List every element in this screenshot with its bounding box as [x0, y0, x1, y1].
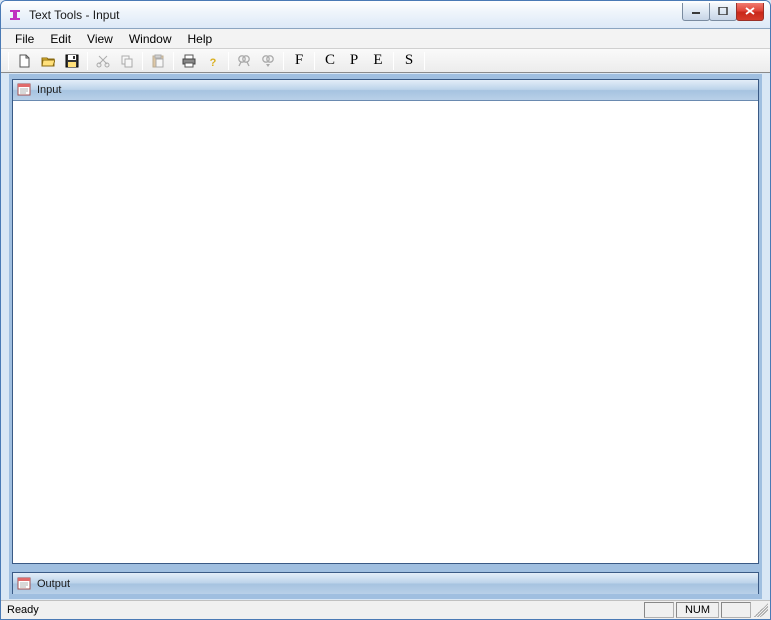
output-panel-title: Output	[37, 578, 70, 590]
input-panel: Input	[12, 79, 759, 564]
output-panel-header[interactable]: Output	[13, 573, 758, 594]
input-panel-header[interactable]: Input	[13, 80, 758, 101]
svg-text:?: ?	[210, 57, 217, 68]
toolbar-separator	[87, 52, 88, 70]
cut-icon[interactable]	[92, 51, 114, 71]
status-cell-caps	[644, 602, 674, 618]
status-cell-scrl	[721, 602, 751, 618]
menu-window[interactable]: Window	[121, 30, 180, 48]
window-controls	[683, 3, 764, 21]
app-icon	[7, 7, 23, 23]
status-text: Ready	[3, 604, 643, 616]
menu-view[interactable]: View	[79, 30, 121, 48]
document-icon	[17, 83, 33, 97]
minimize-button[interactable]	[682, 3, 710, 21]
copy-icon[interactable]	[116, 51, 138, 71]
toolbar-separator	[283, 52, 284, 70]
status-cell-num: NUM	[676, 602, 719, 618]
output-panel: Output	[12, 572, 759, 594]
menu-edit[interactable]: Edit	[42, 30, 79, 48]
toolbar-separator	[142, 52, 143, 70]
tool-f-button[interactable]: F	[288, 51, 310, 71]
new-file-icon[interactable]	[13, 51, 35, 71]
toolbar: ? F C P E S	[1, 49, 770, 73]
statusbar: Ready NUM	[1, 600, 770, 619]
tool-p-button[interactable]: P	[343, 51, 365, 71]
toolbar-separator	[228, 52, 229, 70]
close-button[interactable]	[736, 3, 764, 21]
open-file-icon[interactable]	[37, 51, 59, 71]
toolbar-separator	[424, 52, 425, 70]
input-panel-title: Input	[37, 84, 61, 96]
tool-e-button[interactable]: E	[367, 51, 389, 71]
help-icon[interactable]: ?	[202, 51, 224, 71]
titlebar: Text Tools - Input	[1, 1, 770, 29]
resize-grip-icon[interactable]	[754, 603, 768, 617]
document-icon	[17, 577, 33, 591]
menu-file[interactable]: File	[7, 30, 42, 48]
tool-s-button[interactable]: S	[398, 51, 420, 71]
input-text-area[interactable]	[13, 101, 758, 563]
workspace: Input Output	[9, 74, 762, 599]
maximize-button[interactable]	[709, 3, 737, 21]
toolbar-separator	[393, 52, 394, 70]
save-file-icon[interactable]	[61, 51, 83, 71]
menu-help[interactable]: Help	[180, 30, 221, 48]
find-next-icon[interactable]	[257, 51, 279, 71]
menubar: File Edit View Window Help	[1, 29, 770, 49]
toolbar-separator	[8, 52, 9, 70]
tool-c-button[interactable]: C	[319, 51, 341, 71]
paste-icon[interactable]	[147, 51, 169, 71]
toolbar-separator	[173, 52, 174, 70]
find-icon[interactable]	[233, 51, 255, 71]
toolbar-separator	[314, 52, 315, 70]
window-title: Text Tools - Input	[29, 8, 683, 22]
print-icon[interactable]	[178, 51, 200, 71]
